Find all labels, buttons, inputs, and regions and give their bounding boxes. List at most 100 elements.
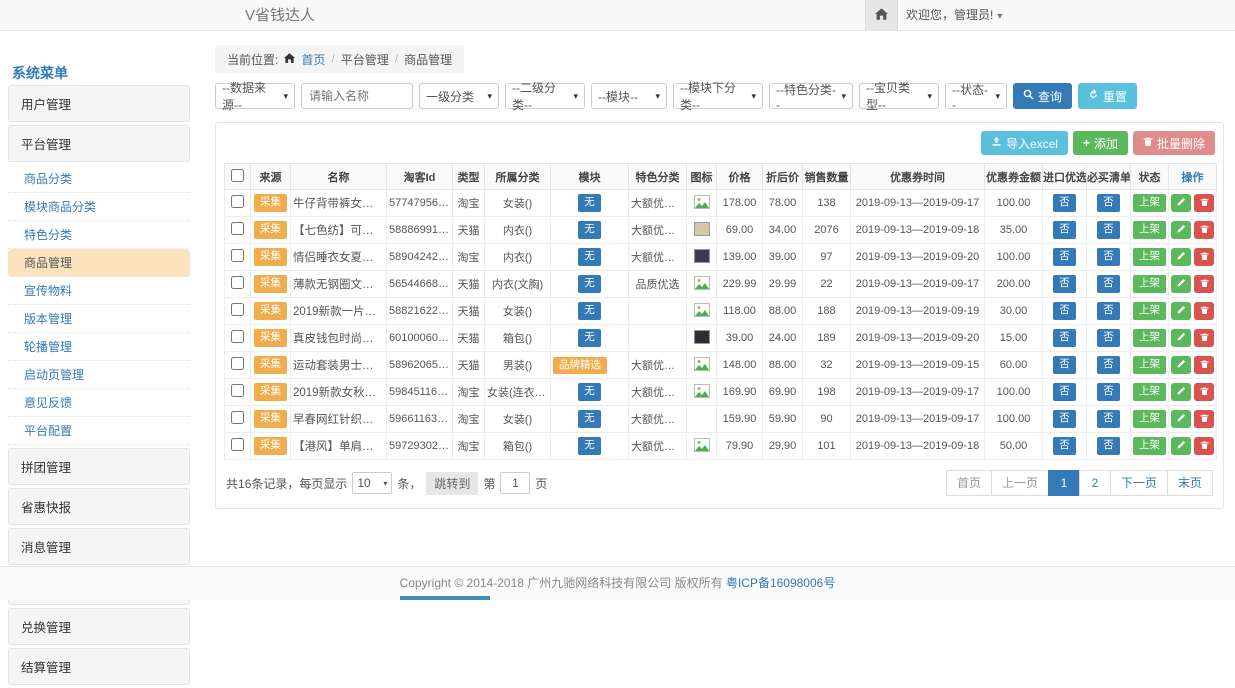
status-toggle[interactable]: 上架 (1133, 410, 1166, 428)
level2-category-select[interactable]: --二级分类--▾ (505, 83, 585, 109)
import-select-toggle[interactable]: 否 (1053, 221, 1076, 239)
sidebar-subitem[interactable]: 宣传物料 (8, 277, 190, 305)
icp-link[interactable]: 粤ICP备16098006号 (726, 576, 835, 590)
row-checkbox[interactable] (231, 330, 244, 343)
page-button[interactable]: 末页 (1167, 470, 1213, 496)
import-select-toggle[interactable]: 否 (1053, 329, 1076, 347)
must-buy-toggle[interactable]: 否 (1097, 383, 1120, 401)
add-button[interactable]: + 添加 (1073, 131, 1128, 155)
status-toggle[interactable]: 上架 (1133, 302, 1166, 320)
delete-button[interactable] (1194, 221, 1214, 239)
status-toggle[interactable]: 上架 (1133, 275, 1166, 293)
page-button[interactable]: 1 (1048, 470, 1080, 496)
status-select[interactable]: --状态--▾ (945, 83, 1007, 109)
must-buy-toggle[interactable]: 否 (1097, 302, 1120, 320)
item-type-select[interactable]: --宝贝类型--▾ (859, 83, 939, 109)
row-checkbox[interactable] (231, 249, 244, 262)
delete-button[interactable] (1194, 437, 1214, 455)
row-checkbox[interactable] (231, 357, 244, 370)
sidebar-subitem[interactable]: 商品分类 (8, 165, 190, 193)
search-button[interactable]: 查询 (1013, 83, 1072, 109)
batch-delete-button[interactable]: 批量删除 (1133, 131, 1215, 155)
sidebar-subitem[interactable]: 商品管理 (8, 249, 190, 277)
import-excel-button[interactable]: 导入excel (981, 131, 1068, 155)
reset-button[interactable]: 重置 (1078, 83, 1137, 109)
sidebar-group-item[interactable]: 结算管理 (8, 648, 190, 685)
horizontal-scrollbar-thumb[interactable] (400, 596, 490, 600)
status-toggle[interactable]: 上架 (1133, 221, 1166, 239)
sidebar-group-item[interactable]: 省惠快报 (8, 488, 190, 525)
delete-button[interactable] (1194, 356, 1214, 374)
sidebar-subitem[interactable]: 启动页管理 (8, 361, 190, 389)
delete-button[interactable] (1194, 410, 1214, 428)
sidebar-group-item[interactable]: 兑换管理 (8, 608, 190, 645)
status-toggle[interactable]: 上架 (1133, 248, 1166, 266)
delete-button[interactable] (1194, 329, 1214, 347)
edit-button[interactable] (1171, 248, 1191, 266)
import-select-toggle[interactable]: 否 (1053, 356, 1076, 374)
must-buy-toggle[interactable]: 否 (1097, 437, 1120, 455)
feature-category-select[interactable]: --特色分类--▾ (769, 83, 853, 109)
select-all-checkbox[interactable] (231, 169, 244, 182)
row-checkbox[interactable] (231, 276, 244, 289)
per-page-select[interactable]: 10▾ (352, 472, 392, 494)
delete-button[interactable] (1194, 248, 1214, 266)
sidebar-subitem[interactable]: 模块商品分类 (8, 193, 190, 221)
sidebar-group-item[interactable]: 拼团管理 (8, 448, 190, 485)
level1-category-select[interactable]: 一级分类▾ (419, 83, 499, 109)
import-select-toggle[interactable]: 否 (1053, 194, 1076, 212)
edit-button[interactable] (1171, 437, 1191, 455)
row-checkbox[interactable] (231, 384, 244, 397)
user-menu[interactable]: 欢迎您，管理员!▾ (906, 0, 1002, 32)
import-select-toggle[interactable]: 否 (1053, 383, 1076, 401)
must-buy-toggle[interactable]: 否 (1097, 410, 1120, 428)
delete-button[interactable] (1194, 275, 1214, 293)
import-select-toggle[interactable]: 否 (1053, 302, 1076, 320)
jump-button[interactable]: 跳转到 (426, 472, 478, 495)
edit-button[interactable] (1171, 356, 1191, 374)
data-source-select[interactable]: --数据来源--▾ (215, 83, 295, 109)
sidebar-group-item[interactable]: 平台管理 (8, 125, 190, 162)
sidebar-subitem[interactable]: 版本管理 (8, 305, 190, 333)
edit-button[interactable] (1171, 410, 1191, 428)
import-select-toggle[interactable]: 否 (1053, 248, 1076, 266)
must-buy-toggle[interactable]: 否 (1097, 275, 1120, 293)
must-buy-toggle[interactable]: 否 (1097, 329, 1120, 347)
must-buy-toggle[interactable]: 否 (1097, 248, 1120, 266)
import-select-toggle[interactable]: 否 (1053, 410, 1076, 428)
row-checkbox[interactable] (231, 303, 244, 316)
row-checkbox[interactable] (231, 411, 244, 424)
sidebar-subitem[interactable]: 轮播管理 (8, 333, 190, 361)
delete-button[interactable] (1194, 194, 1214, 212)
sidebar-subitem[interactable]: 特色分类 (8, 221, 190, 249)
edit-button[interactable] (1171, 383, 1191, 401)
row-checkbox[interactable] (231, 438, 244, 451)
edit-button[interactable] (1171, 329, 1191, 347)
sidebar-group-item[interactable]: 消息管理 (8, 528, 190, 565)
edit-button[interactable] (1171, 221, 1191, 239)
status-toggle[interactable]: 上架 (1133, 437, 1166, 455)
status-toggle[interactable]: 上架 (1133, 383, 1166, 401)
import-select-toggle[interactable]: 否 (1053, 275, 1076, 293)
page-number-input[interactable] (500, 472, 530, 494)
status-toggle[interactable]: 上架 (1133, 194, 1166, 212)
delete-button[interactable] (1194, 302, 1214, 320)
must-buy-toggle[interactable]: 否 (1097, 356, 1120, 374)
page-button[interactable]: 2 (1079, 470, 1111, 496)
sidebar-subitem[interactable]: 平台配置 (8, 417, 190, 445)
status-toggle[interactable]: 上架 (1133, 356, 1166, 374)
must-buy-toggle[interactable]: 否 (1097, 194, 1120, 212)
home-button[interactable] (865, 0, 898, 31)
name-search-input[interactable] (301, 83, 413, 109)
sidebar-group-item[interactable]: 用户管理 (8, 85, 190, 122)
sidebar-subitem[interactable]: 意见反馈 (8, 389, 190, 417)
must-buy-toggle[interactable]: 否 (1097, 221, 1120, 239)
edit-button[interactable] (1171, 302, 1191, 320)
delete-button[interactable] (1194, 383, 1214, 401)
status-toggle[interactable]: 上架 (1133, 329, 1166, 347)
module-subcategory-select[interactable]: --模块下分类--▾ (673, 83, 763, 109)
row-checkbox[interactable] (231, 195, 244, 208)
breadcrumb-home-link[interactable]: 首页 (301, 51, 325, 68)
page-button[interactable]: 下一页 (1110, 470, 1168, 496)
row-checkbox[interactable] (231, 222, 244, 235)
